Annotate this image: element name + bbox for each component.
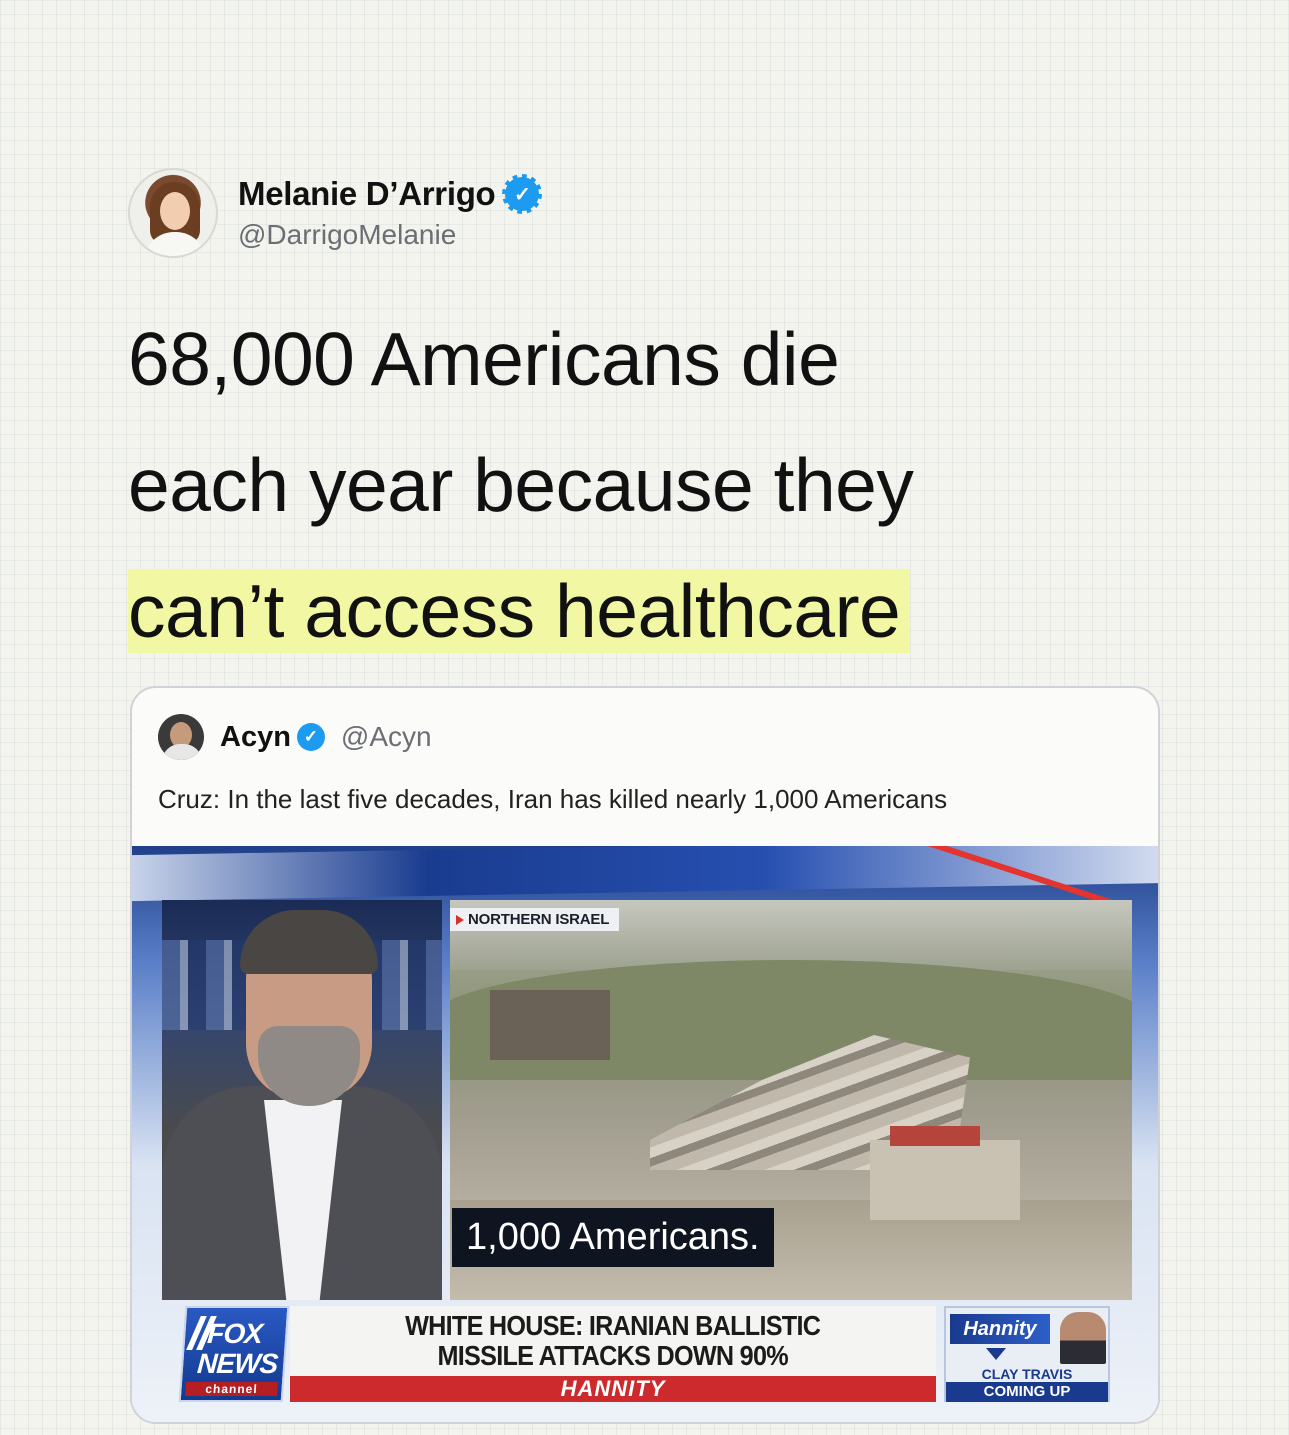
graphic-band — [132, 846, 1158, 902]
chyron-headline: WHITE HOUSE: IRANIAN BALLISTIC MISSILE A… — [290, 1306, 936, 1376]
logo-text-1: FOX — [206, 1318, 264, 1349]
quoted-tweet-header: Acyn ✓ @Acyn — [158, 714, 432, 760]
author-text: Melanie D’Arrigo ✓ @DarrigoMelanie — [238, 174, 543, 251]
video-subtitle: 1,000 Americans. — [452, 1208, 774, 1267]
speaker-hair — [240, 910, 378, 974]
tweet-text-line-1: 68,000 Americans die — [128, 317, 840, 401]
author-name-row: Melanie D’Arrigo ✓ — [238, 174, 543, 214]
tweet-text-line-3: can’t access healthcare — [128, 548, 1128, 674]
quoted-tweet-card[interactable]: Acyn ✓ @Acyn Cruz: In the last five deca… — [130, 686, 1160, 1424]
promo-host-image — [1060, 1312, 1106, 1364]
chyron-line-2: MISSILE ATTACKS DOWN 90% — [437, 1340, 789, 1371]
news-lower-third: FOX NEWS channel WHITE HOUSE: IRANIAN BA… — [176, 1306, 1136, 1406]
promo-box: Hannity CLAY TRAVIS COMING UP — [944, 1306, 1110, 1402]
logo-text-3: channel — [185, 1382, 279, 1396]
promo-subtitle-2: COMING UP — [946, 1382, 1108, 1402]
author-name[interactable]: Melanie D’Arrigo — [238, 175, 496, 213]
tweet-text: 68,000 Americans die each year because t… — [128, 296, 1128, 674]
quoted-tweet-text: Cruz: In the last five decades, Iran has… — [158, 784, 948, 814]
quoted-author-name[interactable]: Acyn — [220, 721, 291, 754]
tweet-author[interactable]: Melanie D’Arrigo ✓ @DarrigoMelanie — [128, 168, 543, 258]
tweet-text-line-2: each year because they — [128, 443, 914, 527]
avatar-face — [160, 192, 190, 230]
video-thumbnail[interactable]: NORTHERN ISRAEL 1,000 Americans. FOX NEW… — [132, 846, 1158, 1422]
verified-badge-icon: ✓ — [296, 723, 325, 751]
quoted-author-handle[interactable]: @Acyn — [341, 721, 432, 753]
show-name-bar: HANNITY — [290, 1376, 936, 1402]
promo-triangle-icon — [986, 1348, 1006, 1360]
promo-logo: Hannity — [950, 1314, 1050, 1344]
author-avatar[interactable] — [128, 168, 218, 258]
video-footage-panel: NORTHERN ISRAEL 1,000 Americans. — [450, 900, 1132, 1300]
logo-text-2: NEWS — [196, 1348, 279, 1379]
fox-news-logo: FOX NEWS channel — [178, 1306, 290, 1402]
promo-subtitle-1: CLAY TRAVIS — [981, 1366, 1073, 1382]
chyron-line-1: WHITE HOUSE: IRANIAN BALLISTIC — [405, 1310, 821, 1341]
author-handle[interactable]: @DarrigoMelanie — [238, 219, 539, 251]
verified-badge-icon: ✓ — [502, 174, 543, 214]
video-speaker-panel — [162, 900, 442, 1300]
footage-roof — [890, 1126, 980, 1146]
footage-house — [870, 1140, 1020, 1220]
footage-building — [490, 990, 610, 1060]
avatar-shirt — [162, 744, 202, 760]
quoted-author-avatar[interactable] — [158, 714, 204, 760]
location-tag-text: NORTHERN ISRAEL — [468, 911, 610, 928]
play-arrow-icon — [456, 915, 464, 926]
highlighted-text: can’t access healthcare — [128, 569, 911, 653]
location-tag: NORTHERN ISRAEL — [450, 908, 620, 931]
